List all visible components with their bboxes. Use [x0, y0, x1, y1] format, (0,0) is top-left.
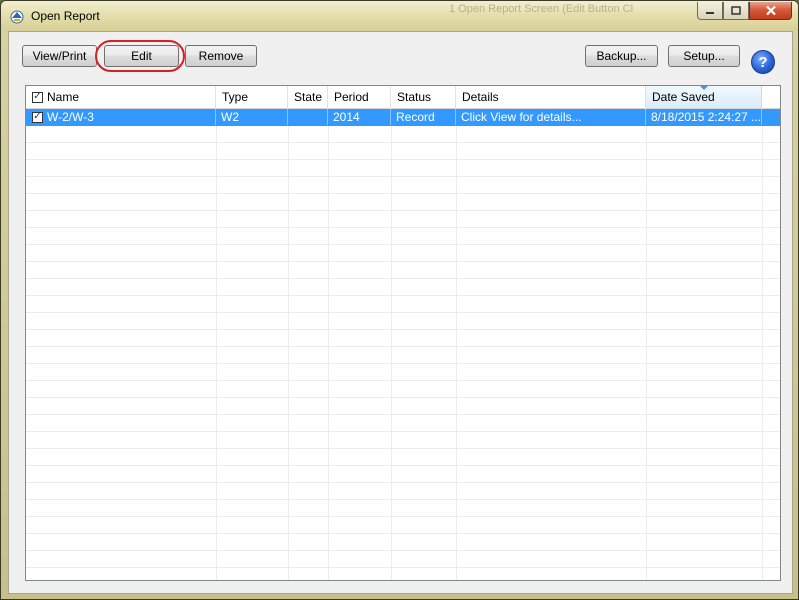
- empty-row: [26, 262, 780, 279]
- empty-row: [26, 347, 780, 364]
- column-header-details[interactable]: Details: [456, 86, 646, 108]
- empty-row: [26, 415, 780, 432]
- empty-row: [26, 449, 780, 466]
- cell-status: Record: [391, 109, 456, 125]
- column-header-type[interactable]: Type: [216, 86, 288, 108]
- empty-row: [26, 211, 780, 228]
- maximize-button[interactable]: [723, 2, 749, 20]
- help-button[interactable]: ?: [751, 50, 775, 74]
- window-title: Open Report: [31, 9, 100, 23]
- empty-row: [26, 245, 780, 262]
- empty-row: [26, 296, 780, 313]
- empty-row: [26, 313, 780, 330]
- window-controls: [697, 2, 792, 22]
- app-logo-icon: [10, 10, 24, 24]
- select-all-checkbox[interactable]: ✓: [32, 91, 43, 103]
- cell-type: W2: [216, 109, 288, 125]
- setup-button[interactable]: Setup...: [668, 45, 740, 67]
- minimize-icon: [706, 11, 714, 14]
- empty-row: [26, 330, 780, 347]
- column-header-period[interactable]: Period: [328, 86, 391, 108]
- empty-row: [26, 500, 780, 517]
- cell-period: 2014: [328, 109, 391, 125]
- help-icon: ?: [758, 53, 768, 71]
- background-caption: 1 Open Report Screen (Edit Button Cl: [449, 3, 634, 15]
- backup-button[interactable]: Backup...: [585, 45, 658, 67]
- client-area: View/Print Edit Remove Backup... Setup..…: [8, 31, 793, 594]
- open-report-window: Open Report 1 Open Report Screen (Edit B…: [0, 0, 799, 600]
- column-header-name[interactable]: ✓ Name: [26, 86, 216, 108]
- empty-row: [26, 534, 780, 551]
- empty-row: [26, 177, 780, 194]
- empty-row: [26, 568, 780, 580]
- empty-row: [26, 194, 780, 211]
- empty-row: [26, 483, 780, 500]
- empty-row: [26, 466, 780, 483]
- cell-state: [288, 109, 328, 125]
- minimize-button[interactable]: [697, 2, 723, 20]
- row-checkbox[interactable]: ✓: [32, 111, 43, 123]
- cell-name: ✓ W-2/W-3: [26, 109, 216, 125]
- column-header-status[interactable]: Status: [391, 86, 456, 108]
- edit-button[interactable]: Edit: [104, 45, 179, 67]
- remove-button[interactable]: Remove: [185, 45, 257, 67]
- empty-row: [26, 279, 780, 296]
- empty-row: [26, 398, 780, 415]
- view-print-button[interactable]: View/Print: [22, 45, 97, 67]
- title-bar[interactable]: Open Report 1 Open Report Screen (Edit B…: [1, 1, 798, 31]
- empty-row: [26, 228, 780, 245]
- close-button[interactable]: [749, 2, 792, 20]
- table-row[interactable]: ✓ W-2/W-3 W2 2014 Record Click View for …: [26, 109, 780, 126]
- empty-row: [26, 517, 780, 534]
- grid-header: ✓ Name Type State Period Status Details …: [26, 86, 780, 109]
- reports-grid[interactable]: ✓ Name Type State Period Status Details …: [25, 85, 781, 581]
- empty-row: [26, 381, 780, 398]
- maximize-icon: [731, 6, 741, 15]
- empty-row: [26, 160, 780, 177]
- empty-row: [26, 143, 780, 160]
- column-header-date-saved[interactable]: Date Saved: [646, 86, 762, 108]
- sort-arrow-icon: [699, 86, 708, 90]
- empty-row: [26, 551, 780, 568]
- empty-row: [26, 126, 780, 143]
- cell-details: Click View for details...: [456, 109, 646, 125]
- cell-date-saved: 8/18/2015 2:24:27 ...: [646, 109, 762, 125]
- empty-row: [26, 432, 780, 449]
- empty-row: [26, 364, 780, 381]
- close-icon: [765, 5, 776, 16]
- column-header-state[interactable]: State: [288, 86, 328, 108]
